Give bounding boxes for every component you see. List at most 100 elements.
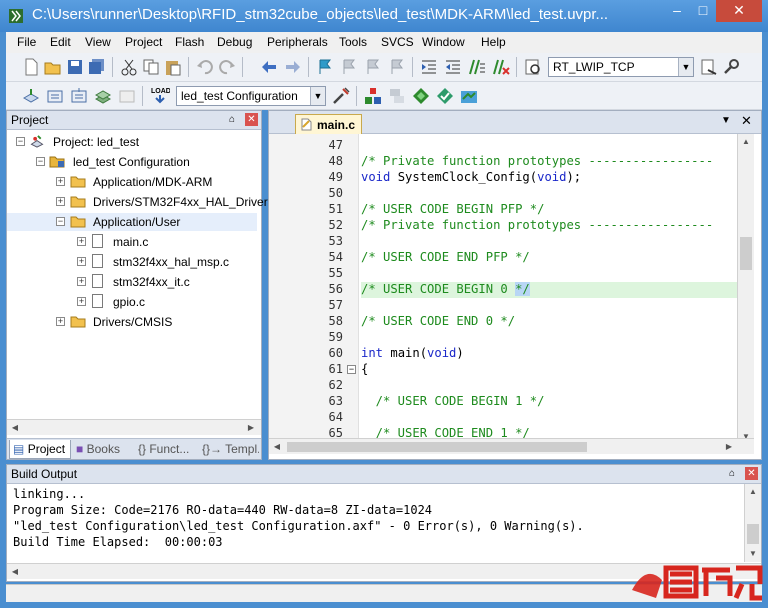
menu-flash[interactable]: Flash [175, 35, 204, 49]
pack-installer-icon[interactable] [436, 87, 454, 105]
run-time-env-icon[interactable] [460, 87, 478, 105]
menu-view[interactable]: View [85, 35, 111, 49]
rebuild-icon[interactable] [70, 87, 88, 105]
tree-item-project[interactable]: − Project: led_test [7, 133, 257, 151]
comment-icon[interactable] [468, 58, 486, 76]
batch-build-icon[interactable] [94, 87, 112, 105]
uncomment-icon[interactable] [492, 58, 510, 76]
close-button[interactable]: ✕ [716, 0, 762, 22]
translate-icon[interactable] [22, 87, 40, 105]
collapse-icon[interactable]: − [36, 157, 45, 166]
select-packs-icon[interactable] [412, 87, 430, 105]
navigate-back-icon[interactable] [260, 58, 278, 76]
pin-icon[interactable]: ⌂ [229, 114, 235, 125]
minimize-button[interactable]: – [664, 0, 690, 22]
tree-item-configuration[interactable]: − led_test Configuration [7, 153, 257, 171]
find-in-files-icon[interactable] [524, 58, 542, 76]
target-options-icon[interactable] [332, 87, 350, 105]
tab-project[interactable]: ▤ Project [9, 440, 71, 459]
menu-edit[interactable]: Edit [50, 35, 71, 49]
tab-main-c[interactable]: main.c [295, 114, 362, 134]
next-bookmark-icon[interactable] [364, 58, 382, 76]
cut-icon[interactable] [120, 58, 138, 76]
chevron-down-icon[interactable]: ▼ [310, 87, 325, 105]
find-combo[interactable]: RT_LWIP_TCP ▼ [548, 57, 694, 77]
collapse-icon[interactable]: − [56, 217, 65, 226]
build-icon[interactable] [46, 87, 64, 105]
scroll-thumb[interactable] [287, 442, 587, 452]
manage-components-icon[interactable] [364, 87, 382, 105]
expand-icon[interactable]: + [77, 257, 86, 266]
expand-icon[interactable]: + [56, 177, 65, 186]
fold-toggle-icon[interactable]: − [347, 365, 356, 374]
tab-list-dropdown-icon[interactable]: ▼ [721, 115, 731, 126]
menu-peripherals[interactable]: Peripherals [267, 35, 328, 49]
chevron-down-icon[interactable]: ▼ [678, 58, 693, 76]
scroll-left-icon[interactable]: ◀ [7, 564, 23, 580]
menu-help[interactable]: Help [481, 35, 506, 49]
editor-vscrollbar[interactable]: ▲ ▼ [737, 134, 754, 446]
tree-item-file[interactable]: + main.c [7, 233, 257, 251]
save-icon[interactable] [66, 58, 84, 76]
scroll-left-icon[interactable]: ◀ [269, 439, 285, 455]
target-combo[interactable]: led_test Configuration ▼ [176, 86, 326, 106]
download-icon[interactable]: LOAD [150, 85, 170, 105]
code-editor[interactable]: /* Private function prototypes ---------… [359, 134, 737, 446]
tree-item-group-selected[interactable]: − Application/User [7, 213, 257, 231]
project-hscrollbar[interactable]: ◀ ▶ [7, 419, 261, 435]
tree-item-file[interactable]: + gpio.c [7, 293, 257, 311]
copy-icon[interactable] [142, 58, 160, 76]
collapse-icon[interactable]: − [16, 137, 25, 146]
tab-functions[interactable]: {} Funct... [135, 440, 197, 459]
incremental-find-icon[interactable] [700, 58, 718, 76]
maximize-button[interactable]: □ [690, 0, 716, 22]
menu-window[interactable]: Window [422, 35, 465, 49]
editor-hscrollbar[interactable]: ◀ ▶ [269, 438, 754, 454]
menu-debug[interactable]: Debug [217, 35, 252, 49]
scroll-up-icon[interactable]: ▲ [745, 484, 761, 500]
tab-books[interactable]: ■ Books [73, 440, 131, 459]
save-all-icon[interactable] [88, 58, 106, 76]
bookmark-icon[interactable] [316, 58, 334, 76]
tree-item-group[interactable]: + Drivers/CMSIS [7, 313, 257, 331]
scroll-left-icon[interactable]: ◀ [7, 420, 23, 436]
tree-item-file[interactable]: + stm32f4xx_hal_msp.c [7, 253, 257, 271]
tab-templates[interactable]: {}→ Templ... [199, 440, 259, 459]
scroll-up-icon[interactable]: ▲ [738, 134, 754, 150]
expand-icon[interactable]: + [77, 297, 86, 306]
stop-build-icon[interactable] [118, 87, 136, 105]
scroll-right-icon[interactable]: ▶ [721, 439, 737, 455]
expand-icon[interactable]: + [56, 197, 65, 206]
scroll-thumb[interactable] [740, 237, 752, 270]
close-tab-icon[interactable]: ✕ [741, 113, 752, 129]
tree-item-group[interactable]: + Drivers/STM32F4xx_HAL_Driver [7, 193, 268, 211]
expand-icon[interactable]: + [77, 277, 86, 286]
tree-item-file[interactable]: + stm32f4xx_it.c [7, 273, 257, 291]
indent-icon[interactable] [420, 58, 438, 76]
scroll-right-icon[interactable]: ▶ [243, 420, 259, 436]
expand-icon[interactable]: + [56, 317, 65, 326]
open-folder-icon[interactable] [44, 58, 62, 76]
tree-item-group[interactable]: + Application/MDK-ARM [7, 173, 257, 191]
menu-project[interactable]: Project [125, 35, 162, 49]
close-panel-icon[interactable]: ✕ [745, 467, 758, 480]
configure-icon[interactable] [722, 58, 740, 76]
expand-icon[interactable]: + [77, 237, 86, 246]
menu-file[interactable]: File [17, 35, 36, 49]
pin-icon[interactable]: ⌂ [729, 468, 735, 479]
code-text: { [361, 362, 369, 376]
undo-icon[interactable] [196, 58, 214, 76]
scroll-thumb[interactable] [747, 524, 759, 544]
output-vscrollbar[interactable]: ▲ ▼ [744, 484, 761, 562]
file-extensions-icon[interactable] [388, 87, 406, 105]
redo-icon[interactable] [218, 58, 236, 76]
menu-svcs[interactable]: SVCS [381, 35, 414, 49]
clear-bookmarks-icon[interactable] [388, 58, 406, 76]
prev-bookmark-icon[interactable] [340, 58, 358, 76]
new-file-icon[interactable] [22, 58, 40, 76]
unindent-icon[interactable] [444, 58, 462, 76]
paste-icon[interactable] [164, 58, 182, 76]
menu-tools[interactable]: Tools [339, 35, 367, 49]
navigate-forward-icon[interactable] [284, 58, 302, 76]
close-panel-icon[interactable]: ✕ [245, 113, 258, 126]
